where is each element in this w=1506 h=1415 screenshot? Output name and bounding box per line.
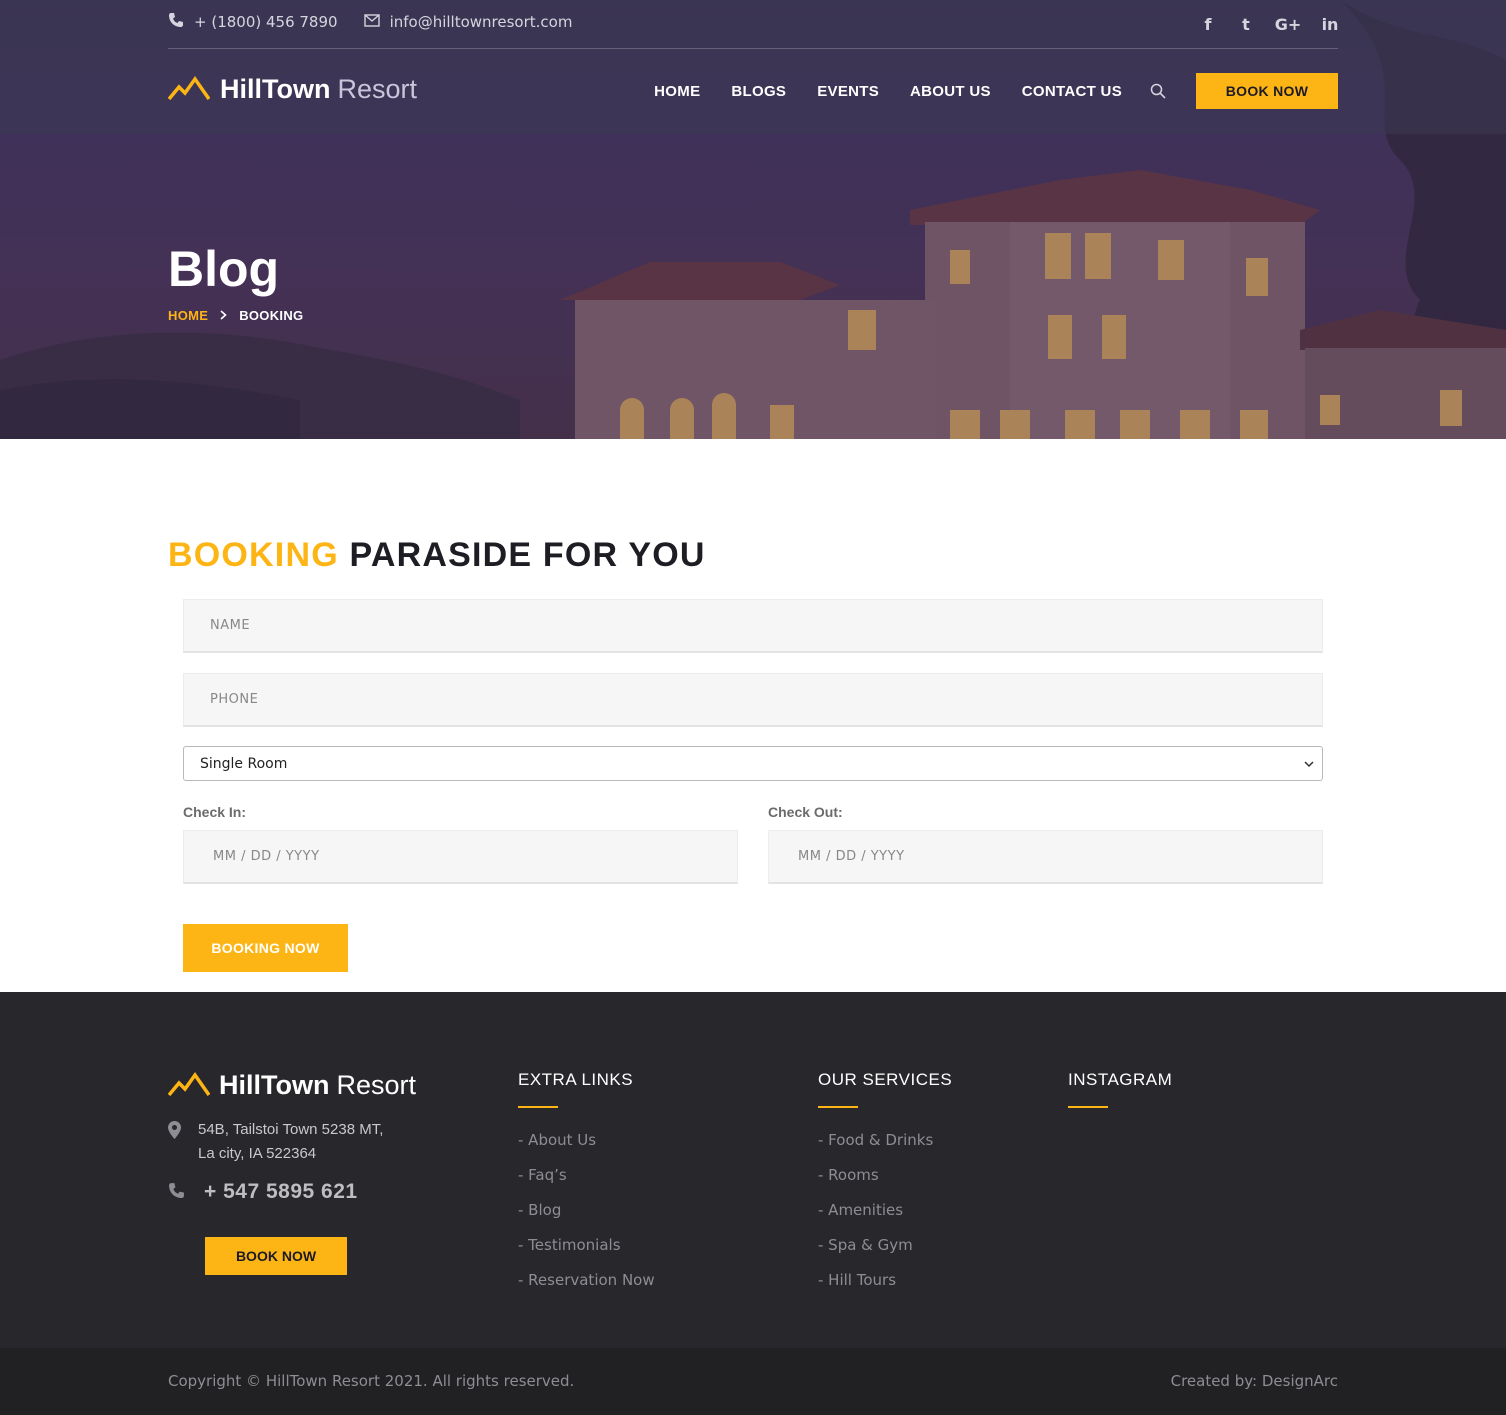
- nav-blogs[interactable]: BLOGS: [731, 83, 786, 100]
- breadcrumb-current: BOOKING: [239, 308, 304, 323]
- nav-about-us[interactable]: ABOUT US: [910, 83, 991, 100]
- extra-links-column: EXTRA LINKS - About Us - Faq’s - Blog - …: [518, 1070, 655, 1305]
- page-title: Blog: [168, 241, 280, 297]
- name-input[interactable]: NAME: [183, 599, 1323, 653]
- services-column: OUR SERVICES - Food & Drinks - Rooms - A…: [818, 1070, 952, 1305]
- twitter-icon[interactable]: t: [1238, 12, 1254, 36]
- google-plus-icon[interactable]: G+: [1275, 12, 1302, 36]
- title-rest: PARASIDE FOR YOU: [349, 536, 706, 574]
- book-now-button[interactable]: BOOK NOW: [1196, 73, 1338, 109]
- footer-link-faqs[interactable]: - Faq’s: [518, 1165, 655, 1200]
- footer-link-testimonials[interactable]: - Testimonials: [518, 1235, 655, 1270]
- social-links: f t G+ in: [1178, 12, 1339, 36]
- room-type-value: Single Room: [200, 755, 288, 772]
- checkin-date-placeholder: MM / DD / YYYY: [213, 849, 320, 864]
- envelope-icon: [363, 13, 390, 31]
- extra-links-title: EXTRA LINKS: [518, 1070, 634, 1089]
- brand-name-bold: HillTown: [220, 74, 331, 104]
- address-line-1: 54B, Tailstoi Town 5238 MT,: [198, 1121, 384, 1138]
- breadcrumb: HOME BOOKING: [168, 308, 303, 323]
- title-underline: [518, 1106, 558, 1108]
- nav-home[interactable]: HOME: [654, 83, 700, 100]
- chevron-down-icon: [1304, 757, 1314, 773]
- phone-placeholder: PHONE: [210, 692, 259, 707]
- header-email-text: info@hilltownresort.com: [389, 13, 573, 31]
- site-footer: [0, 992, 1506, 1348]
- map-pin-icon: [168, 1121, 181, 1166]
- phone-input[interactable]: PHONE: [183, 673, 1323, 727]
- email-contact[interactable]: info@hilltownresort.com: [363, 13, 573, 31]
- instagram-title: INSTAGRAM: [1068, 1070, 1173, 1089]
- header-divider: [168, 48, 1338, 49]
- name-placeholder: NAME: [210, 618, 251, 633]
- footer-service-amenities[interactable]: - Amenities: [818, 1200, 952, 1235]
- hero-banner: + (1800) 456 7890 info@hilltownresort.co…: [0, 0, 1506, 439]
- footer-link-blog[interactable]: - Blog: [518, 1200, 655, 1235]
- footer-service-spa-gym[interactable]: - Spa & Gym: [818, 1235, 952, 1270]
- checkout-date-input[interactable]: MM / DD / YYYY: [768, 830, 1323, 884]
- title-underline: [818, 1106, 858, 1108]
- footer-link-reservation[interactable]: - Reservation Now: [518, 1270, 655, 1305]
- title-underline: [1068, 1106, 1108, 1108]
- header-phone-text: + (1800) 456 7890: [194, 13, 338, 31]
- checkin-label: Check In:: [183, 804, 247, 820]
- footer-link-about-us[interactable]: - About Us: [518, 1130, 655, 1165]
- phone-contact[interactable]: + (1800) 456 7890: [168, 12, 338, 32]
- footer-service-food-drinks[interactable]: - Food & Drinks: [818, 1130, 952, 1165]
- phone-icon: [168, 1182, 185, 1203]
- booking-now-button[interactable]: BOOKING NOW: [183, 924, 348, 972]
- mountain-logo-icon: [167, 1071, 211, 1101]
- facebook-icon[interactable]: f: [1200, 12, 1216, 36]
- site-logo[interactable]: HillTown Resort: [167, 74, 418, 105]
- services-title: OUR SERVICES: [818, 1070, 953, 1089]
- linkedin-icon[interactable]: in: [1322, 12, 1339, 36]
- main-nav: HOME BLOGS EVENTS ABOUT US CONTACT US BO…: [654, 73, 1338, 109]
- footer-brand-light: Resort: [336, 1070, 417, 1100]
- credit-text: Created by: DesignArc: [1170, 1372, 1338, 1390]
- mountain-logo-icon: [167, 75, 211, 105]
- footer-service-rooms[interactable]: - Rooms: [818, 1165, 952, 1200]
- footer-address: 54B, Tailstoi Town 5238 MT, La city, IA …: [168, 1118, 383, 1166]
- nav-events[interactable]: EVENTS: [817, 83, 879, 100]
- nav-contact-us[interactable]: CONTACT US: [1022, 83, 1122, 100]
- footer-brand-bold: HillTown: [219, 1070, 330, 1100]
- search-icon[interactable]: [1150, 83, 1166, 99]
- footer-phone-text: + 547 5895 621: [204, 1180, 358, 1203]
- checkout-label: Check Out:: [768, 804, 843, 820]
- brand-name-light: Resort: [337, 74, 418, 104]
- footer-phone[interactable]: + 547 5895 621: [168, 1180, 358, 1204]
- phone-icon: [168, 12, 194, 32]
- copyright-text: Copyright © HillTown Resort 2021. All ri…: [168, 1372, 575, 1390]
- chevron-right-icon: [220, 308, 227, 323]
- booking-section-title: BOOKING PARASIDE FOR YOU: [168, 536, 706, 575]
- instagram-column: INSTAGRAM: [1068, 1070, 1172, 1108]
- footer-logo[interactable]: HillTown Resort: [167, 1070, 417, 1101]
- breadcrumb-home-link[interactable]: HOME: [168, 308, 208, 323]
- room-type-select[interactable]: Single Room: [183, 746, 1323, 781]
- checkout-date-placeholder: MM / DD / YYYY: [798, 849, 905, 864]
- checkin-date-input[interactable]: MM / DD / YYYY: [183, 830, 738, 884]
- footer-service-hill-tours[interactable]: - Hill Tours: [818, 1270, 952, 1305]
- footer-book-now-button[interactable]: BOOK NOW: [205, 1237, 347, 1275]
- title-accent: BOOKING: [168, 536, 339, 574]
- address-line-2: La city, IA 522364: [198, 1145, 317, 1162]
- contact-info: + (1800) 456 7890 info@hilltownresort.co…: [168, 12, 598, 32]
